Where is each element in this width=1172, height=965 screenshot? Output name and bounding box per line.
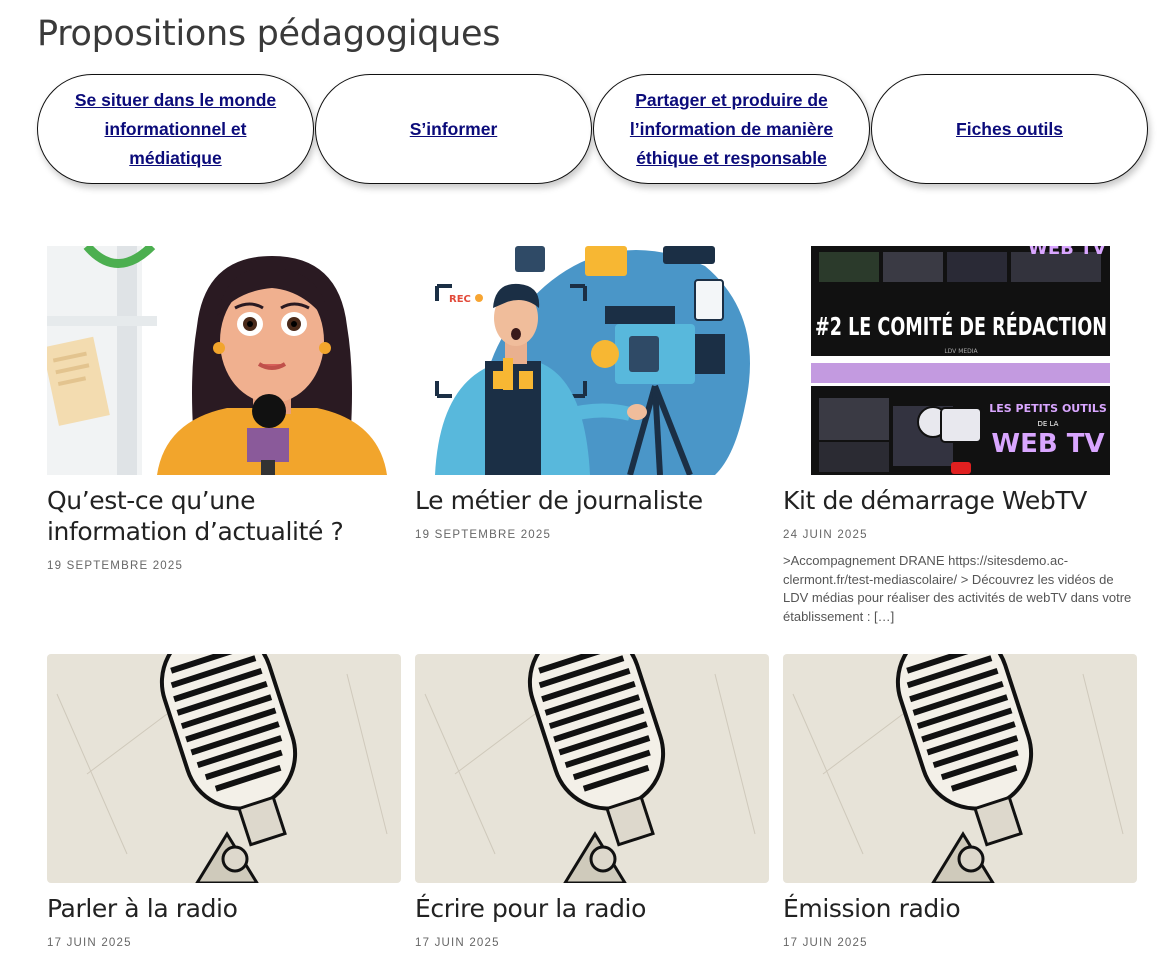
category-pill-se-situer[interactable]: Se situer dans le monde informationnel e… bbox=[37, 74, 314, 184]
webtv-brand: LDV MEDIA bbox=[944, 348, 978, 355]
webtv-logo-text-3: DE LA bbox=[1038, 420, 1059, 428]
category-link-fiches-outils[interactable]: Fiches outils bbox=[942, 115, 1077, 144]
post-card-kit-webtv: WEB TV #2 LE COMITÉ DE RÉDACTION LDV MED… bbox=[783, 246, 1137, 639]
post-title-link[interactable]: Le métier de journaliste bbox=[415, 485, 769, 516]
post-thumbnail[interactable] bbox=[47, 246, 401, 475]
page-title: Propositions pédagogiques bbox=[37, 14, 501, 54]
post-title-link[interactable]: Émission radio bbox=[783, 893, 1137, 924]
webtv-logo-text-2: LES PETITS OUTILS bbox=[989, 402, 1107, 415]
microphone-illustration bbox=[783, 654, 1137, 883]
post-thumbnail[interactable] bbox=[415, 654, 769, 883]
webtv-logo-text-4: WEB TV bbox=[991, 429, 1104, 459]
post-date: 19 septembre 2025 bbox=[415, 529, 552, 541]
post-card-metier-journaliste: REC Le métier de journaliste 19 septembr… bbox=[415, 246, 769, 541]
category-pill-s-informer[interactable]: S’informer bbox=[315, 74, 592, 184]
journalist-camera-illustration: REC bbox=[415, 246, 769, 475]
post-date: 17 juin 2025 bbox=[783, 937, 868, 949]
webtv-banner-text: #2 LE COMITÉ DE RÉDACTION bbox=[815, 312, 1107, 341]
post-card-parler-radio: Parler à la radio 17 juin 2025 bbox=[47, 654, 401, 949]
post-date: 19 septembre 2025 bbox=[47, 560, 184, 572]
post-thumbnail[interactable] bbox=[783, 654, 1137, 883]
webtv-logo-text: WEB TV bbox=[1028, 246, 1106, 259]
post-date: 17 juin 2025 bbox=[415, 937, 500, 949]
post-title-link[interactable]: Kit de démarrage WebTV bbox=[783, 485, 1137, 516]
category-link-se-situer[interactable]: Se situer dans le monde informationnel e… bbox=[38, 86, 313, 173]
post-date: 24 juin 2025 bbox=[783, 529, 868, 541]
category-link-s-informer[interactable]: S’informer bbox=[396, 115, 512, 144]
post-card-ecrire-radio: Écrire pour la radio 17 juin 2025 bbox=[415, 654, 769, 949]
post-thumbnail[interactable]: WEB TV #2 LE COMITÉ DE RÉDACTION LDV MED… bbox=[783, 246, 1137, 475]
post-thumbnail[interactable] bbox=[47, 654, 401, 883]
rec-label: REC bbox=[449, 294, 471, 305]
post-title-link[interactable]: Qu’est-ce qu’une information d’actualité… bbox=[47, 485, 401, 547]
category-pill-partager-produire[interactable]: Partager et produire de l’information de… bbox=[593, 74, 870, 184]
category-pill-fiches-outils[interactable]: Fiches outils bbox=[871, 74, 1148, 184]
reporter-woman-illustration bbox=[47, 246, 401, 475]
category-link-partager-produire[interactable]: Partager et produire de l’information de… bbox=[594, 86, 869, 173]
microphone-illustration bbox=[415, 654, 769, 883]
post-card-information-actualite: Qu’est-ce qu’une information d’actualité… bbox=[47, 246, 401, 572]
post-card-emission-radio: Émission radio 17 juin 2025 bbox=[783, 654, 1137, 949]
category-nav: Se situer dans le monde informationnel e… bbox=[37, 74, 1148, 186]
post-thumbnail[interactable]: REC bbox=[415, 246, 769, 475]
post-date: 17 juin 2025 bbox=[47, 937, 132, 949]
post-excerpt: >Accompagnement DRANE https://sitesdemo.… bbox=[783, 553, 1132, 624]
post-title-link[interactable]: Parler à la radio bbox=[47, 893, 401, 924]
post-title-link[interactable]: Écrire pour la radio bbox=[415, 893, 769, 924]
webtv-screenshot-collage: WEB TV #2 LE COMITÉ DE RÉDACTION LDV MED… bbox=[783, 246, 1137, 475]
microphone-illustration bbox=[47, 654, 401, 883]
